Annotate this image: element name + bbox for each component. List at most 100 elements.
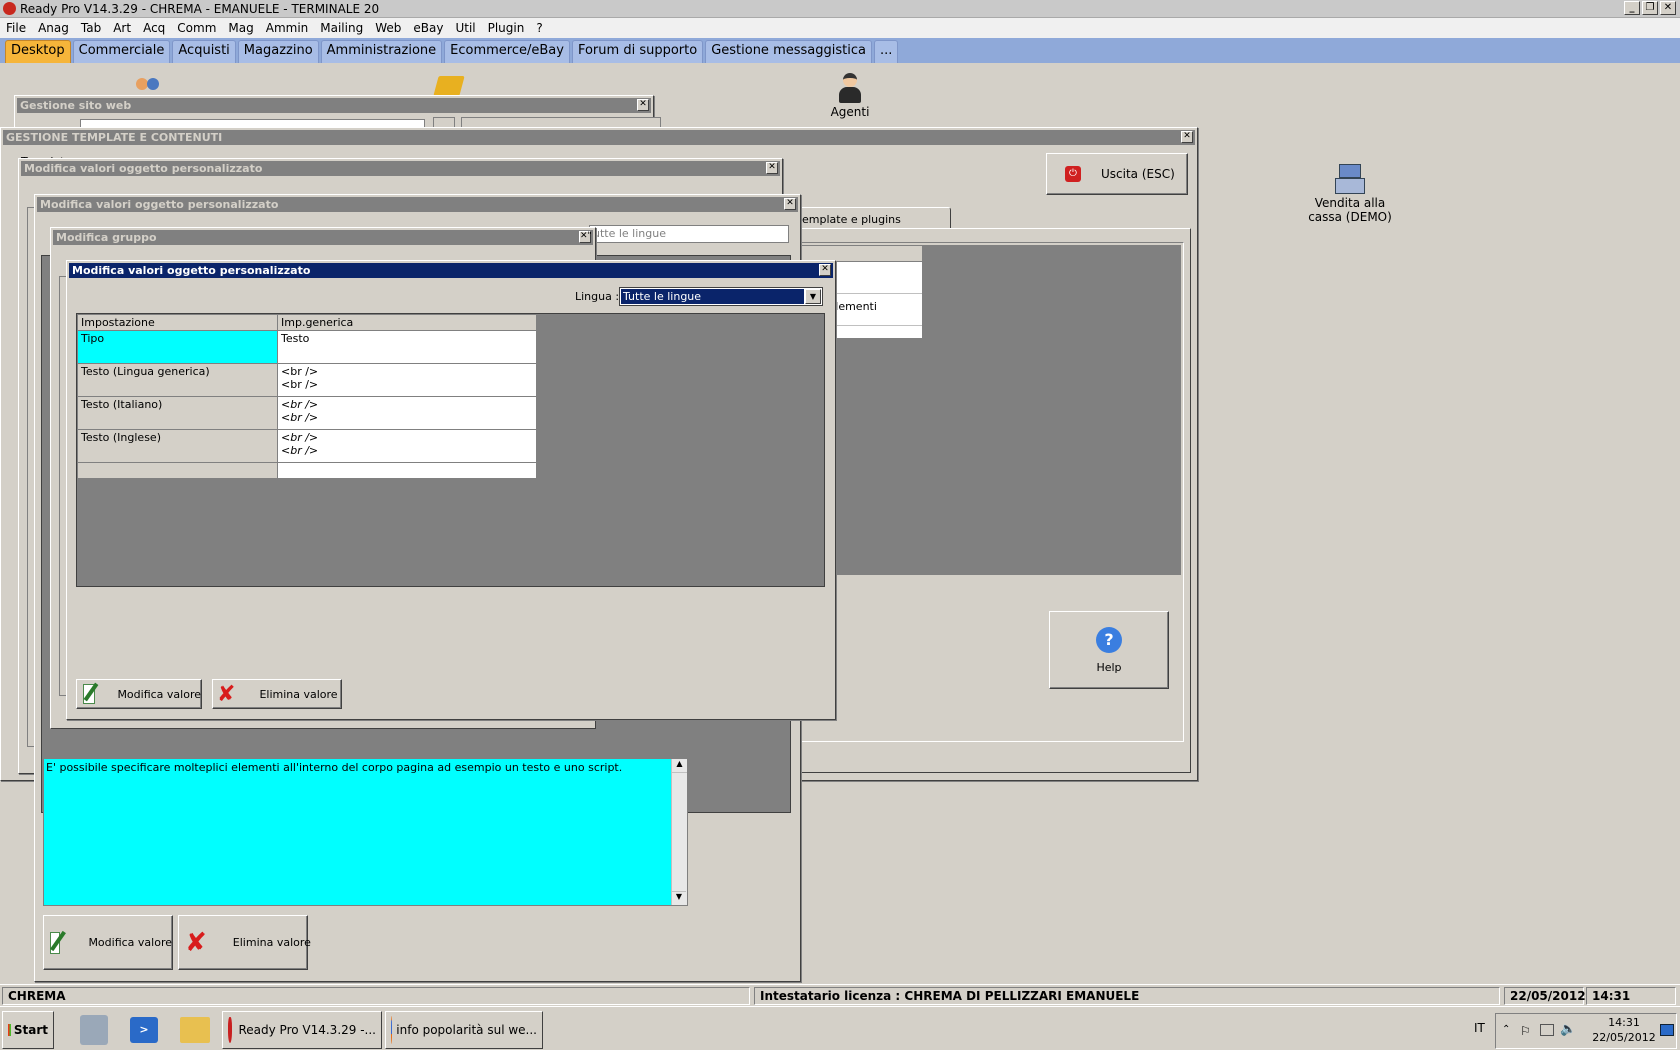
edit-value-button[interactable]: Modifica valore xyxy=(43,915,173,970)
column-header-impostazione[interactable]: Impostazione xyxy=(77,314,278,331)
language-select[interactable]: Tutte le lingue ▼ xyxy=(619,287,823,306)
tray-expand-icon[interactable]: ⌃ xyxy=(1502,1024,1510,1035)
dialog-modifica-valori: Modifica valori oggetto personalizzato ✕… xyxy=(66,260,836,720)
table-row[interactable] xyxy=(77,462,537,479)
menu-ebay[interactable]: eBay xyxy=(413,21,443,35)
exit-button-label: Uscita (ESC) xyxy=(1101,167,1175,181)
task-readypro[interactable]: Ready Pro V14.3.29 -... xyxy=(222,1011,382,1049)
minimize-button[interactable]: _ xyxy=(1624,1,1640,15)
close-icon[interactable]: ✕ xyxy=(766,162,778,174)
users-icon[interactable] xyxy=(134,76,164,96)
setting-value-line2: <br /> xyxy=(281,444,319,457)
close-icon[interactable]: ✕ xyxy=(637,99,649,111)
folder-icon[interactable] xyxy=(433,76,465,96)
tab-desktop[interactable]: Desktop xyxy=(5,40,71,63)
setting-value-line2: <br /> xyxy=(281,378,319,391)
menu-ammin[interactable]: Ammin xyxy=(266,21,309,35)
setting-value: <br /> xyxy=(281,398,319,411)
status-time: 14:31 xyxy=(1586,987,1676,1005)
table-row[interactable]: Tipo Testo xyxy=(77,330,537,364)
setting-value-line2: <br /> xyxy=(281,411,319,424)
close-button[interactable]: ✕ xyxy=(1660,1,1676,15)
status-company: CHREMA xyxy=(2,987,750,1005)
restore-button[interactable]: ❐ xyxy=(1642,1,1658,15)
setting-value: <br /> xyxy=(281,365,319,378)
tab-commerciale[interactable]: Commerciale xyxy=(72,40,171,63)
delete-value-button[interactable]: ✘ Elimina valore xyxy=(212,679,342,709)
menu-web[interactable]: Web xyxy=(375,21,401,35)
close-icon[interactable]: ✕ xyxy=(784,198,796,210)
tab-more[interactable]: ... xyxy=(873,40,899,63)
menu-acq[interactable]: Acq xyxy=(143,21,165,35)
quicklaunch-explorer-icon[interactable] xyxy=(180,1017,210,1043)
language-label: Lingua : xyxy=(575,290,620,303)
language-select[interactable]: utte le lingue xyxy=(589,225,789,243)
tab-messaggistica[interactable]: Gestione messaggistica xyxy=(705,40,872,63)
menu-plugin[interactable]: Plugin xyxy=(488,21,525,35)
help-button[interactable]: ? Help xyxy=(1049,611,1169,689)
power-icon: ⏻ xyxy=(1065,166,1081,182)
tab-acquisti[interactable]: Acquisti xyxy=(172,40,236,63)
edit-value-button[interactable]: Modifica valore xyxy=(76,679,202,709)
close-icon[interactable]: ✕ xyxy=(819,264,831,276)
edit-icon xyxy=(83,682,99,704)
tab-ecommerce[interactable]: Ecommerce/eBay xyxy=(444,40,570,63)
chevron-down-icon[interactable]: ▼ xyxy=(805,289,821,304)
menu-anag[interactable]: Anag xyxy=(38,21,69,35)
close-icon[interactable]: ✕ xyxy=(1181,131,1193,143)
exit-button[interactable]: ⏻ Uscita (ESC) xyxy=(1046,153,1188,195)
menu-help[interactable]: ? xyxy=(536,21,542,35)
quicklaunch-computer-icon[interactable] xyxy=(80,1015,108,1045)
table-row[interactable]: Testo (Inglese) <br /> <br /> xyxy=(77,429,537,463)
menu-util[interactable]: Util xyxy=(455,21,475,35)
help-button-label: Help xyxy=(1096,660,1122,674)
menu-file[interactable]: File xyxy=(6,21,26,35)
task-firefox-label: info popolarità sul we... xyxy=(396,1023,537,1037)
show-desktop-icon[interactable] xyxy=(1660,1024,1674,1036)
values-grid-area: Impostazione Imp.generica Tipo Testo Tes… xyxy=(76,313,825,587)
speaker-icon[interactable]: 🔈 xyxy=(1560,1022,1576,1037)
window-title: Gestione sito web xyxy=(17,98,651,113)
description-textarea[interactable]: E' possibile specificare molteplici elem… xyxy=(43,758,688,906)
menu-art[interactable]: Art xyxy=(113,21,131,35)
table-row[interactable]: Testo (Italiano) <br /> <br /> xyxy=(77,396,537,430)
menu-comm[interactable]: Comm xyxy=(177,21,216,35)
clock-time[interactable]: 14:31 xyxy=(1596,1016,1652,1029)
column-header-generica[interactable]: Imp.generica xyxy=(277,314,537,331)
quicklaunch-powershell-icon[interactable]: > xyxy=(130,1017,158,1043)
tab-amministrazione[interactable]: Amministrazione xyxy=(320,40,443,63)
menu-bar: File Anag Tab Art Acq Comm Mag Ammin Mai… xyxy=(0,18,1680,38)
desktop-icon-vendita[interactable]: Vendita alla cassa (DEMO) xyxy=(1295,162,1405,224)
status-license: Intestatario licenza : CHREMA DI PELLIZZ… xyxy=(754,987,1500,1005)
delete-icon: ✘ xyxy=(185,927,207,958)
language-indicator[interactable]: IT xyxy=(1474,1021,1485,1035)
setting-value: <br /> xyxy=(281,431,319,444)
desktop-icon-agenti[interactable]: Agenti xyxy=(820,73,880,119)
menu-mailing[interactable]: Mailing xyxy=(320,21,363,35)
help-icon: ? xyxy=(1096,626,1122,653)
flag-icon[interactable]: ⚐ xyxy=(1520,1024,1531,1038)
vendita-label: Vendita alla cassa (DEMO) xyxy=(1308,196,1392,224)
agenti-label: Agenti xyxy=(830,105,870,119)
setting-name: Testo (Lingua generica) xyxy=(77,363,278,397)
task-firefox[interactable]: info popolarità sul we... xyxy=(385,1011,543,1049)
setting-name: Tipo xyxy=(77,330,278,364)
menu-tab[interactable]: Tab xyxy=(81,21,101,35)
menu-mag[interactable]: Mag xyxy=(228,21,253,35)
cash-register-icon xyxy=(1335,162,1365,196)
tab-forum[interactable]: Forum di supporto xyxy=(571,40,704,63)
table-row[interactable]: Testo (Lingua generica) <br /> <br /> xyxy=(77,363,537,397)
clock-date[interactable]: 22/05/2012 xyxy=(1592,1031,1656,1044)
start-button[interactable]: Start xyxy=(2,1011,54,1049)
edit-value-label: Modifica valore xyxy=(88,936,172,949)
tab-magazzino[interactable]: Magazzino xyxy=(237,40,319,63)
setting-value: Testo xyxy=(281,332,310,345)
delete-value-button[interactable]: ✘ Elimina valore xyxy=(178,915,311,970)
taskbar: Start > Ready Pro V14.3.29 -... info pop… xyxy=(0,1006,1680,1050)
description-scrollbar[interactable]: ▲ ▼ xyxy=(671,759,687,905)
delete-icon: ✘ xyxy=(217,681,236,707)
windows-logo-icon xyxy=(8,1024,11,1036)
window-title: Modifica valori oggetto personalizzato xyxy=(21,161,780,176)
close-icon[interactable]: ✕" xyxy=(579,231,592,243)
network-icon[interactable] xyxy=(1540,1024,1554,1036)
